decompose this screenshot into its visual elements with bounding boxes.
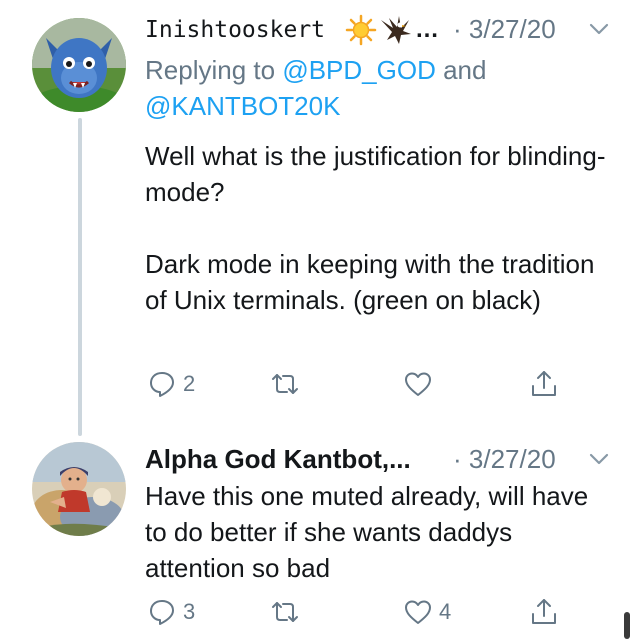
reply-icon xyxy=(150,600,174,625)
share-icon xyxy=(532,371,556,396)
tweet-actions: 2 xyxy=(145,367,575,401)
reply-button[interactable]: 2 xyxy=(147,367,195,401)
share-icon xyxy=(532,599,556,624)
date-group: · 3/27/20 xyxy=(453,444,556,475)
date-group: · 3/27/20 xyxy=(453,14,556,45)
tweet-header: Inishtooskert … · 3/27/20 xyxy=(145,12,640,46)
mention-link[interactable]: @KANTBOT20K xyxy=(145,91,340,121)
replying-to-and: and xyxy=(443,55,487,85)
like-count: 4 xyxy=(439,599,452,624)
tweet-date[interactable]: 3/27/20 xyxy=(469,14,556,44)
chevron-down-icon[interactable] xyxy=(588,18,610,40)
retweet-icon xyxy=(272,374,298,394)
sun-icon xyxy=(345,14,377,46)
heart-icon xyxy=(405,372,431,396)
chevron-down-icon[interactable] xyxy=(588,448,610,470)
tweet-header: Alpha God Kantbot,... · 3/27/20 xyxy=(145,442,640,476)
retweet-button[interactable] xyxy=(270,595,306,629)
scrollbar-thumb[interactable] xyxy=(624,612,630,639)
reply-count: 3 xyxy=(183,599,196,624)
eagle-icon xyxy=(381,16,411,44)
tweet-text-paragraph: Well what is the justification for blind… xyxy=(145,141,606,207)
like-button[interactable] xyxy=(403,367,439,401)
tweet-date[interactable]: 3/27/20 xyxy=(469,444,556,474)
mention-link[interactable]: @BPD_GOD xyxy=(282,55,436,85)
heart-icon xyxy=(405,600,431,624)
reply-count: 2 xyxy=(183,371,196,396)
separator-dot: · xyxy=(453,14,462,44)
reply-button[interactable]: 3 xyxy=(147,595,195,629)
tweet-actions: 3 4 xyxy=(145,595,575,629)
avatar[interactable] xyxy=(32,18,126,112)
share-button[interactable] xyxy=(529,367,559,401)
reply-icon xyxy=(150,372,174,397)
avatar[interactable] xyxy=(32,442,126,536)
like-button[interactable]: 4 xyxy=(403,595,451,629)
author-name[interactable]: Inishtooskert xyxy=(145,17,325,43)
separator-dot: · xyxy=(453,444,462,474)
tweet-text: Well what is the justification for blind… xyxy=(145,138,615,318)
retweet-icon xyxy=(272,602,298,622)
name-truncation: … xyxy=(415,16,439,43)
tweet-text: Have this one muted already, will have t… xyxy=(145,478,615,586)
author-name[interactable]: Alpha God Kantbot,... xyxy=(145,444,411,475)
thread-connector-line xyxy=(78,118,82,436)
retweet-button[interactable] xyxy=(270,367,306,401)
replying-to: Replying to @BPD_GOD and @KANTBOT20K xyxy=(145,52,615,124)
share-button[interactable] xyxy=(529,595,559,629)
tweet-text-paragraph: Dark mode in keeping with the tradition … xyxy=(145,249,595,315)
replying-to-label: Replying to xyxy=(145,55,276,85)
tweet-text-paragraph: Have this one muted already, will have t… xyxy=(145,481,589,583)
